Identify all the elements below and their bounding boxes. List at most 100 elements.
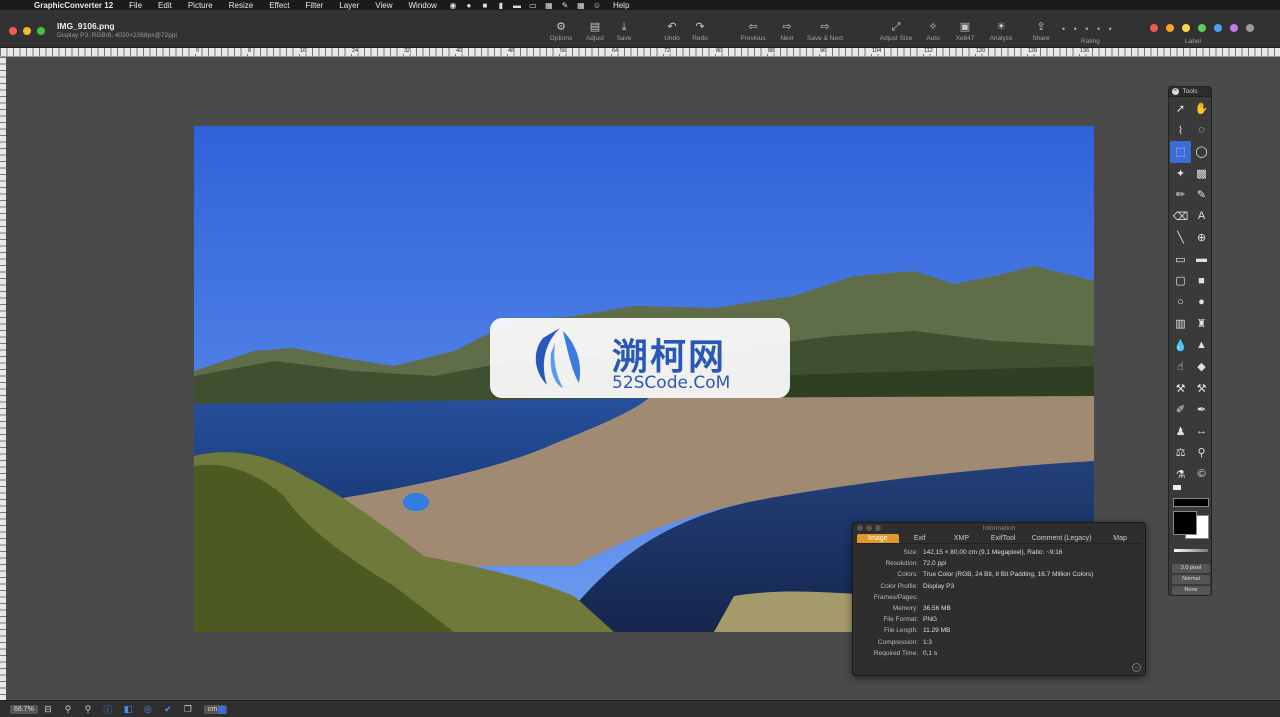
tab-map[interactable]: Map bbox=[1099, 534, 1141, 543]
camera-icon[interactable]: ■ bbox=[477, 1, 493, 10]
calendar-icon[interactable]: ▦ bbox=[541, 1, 557, 10]
pattern-tool-icon[interactable]: ▩ bbox=[1191, 163, 1212, 185]
menu-view[interactable]: View bbox=[367, 1, 400, 10]
info-icon[interactable]: ⓘ bbox=[98, 703, 118, 716]
tab-exiftool[interactable]: ExifTool bbox=[982, 534, 1024, 543]
polygon-select-icon[interactable]: ⌇ bbox=[1170, 120, 1191, 142]
zoom-stepper-icon[interactable]: ⊟ bbox=[38, 704, 58, 715]
ellipse-select-icon[interactable]: ◯ bbox=[1191, 141, 1212, 163]
crosshair-tool-icon[interactable]: ⊕ bbox=[1191, 227, 1212, 249]
rect-tool-icon[interactable]: ▭ bbox=[1170, 249, 1191, 271]
globe-icon[interactable]: ◎ bbox=[138, 704, 158, 715]
share-button[interactable]: ⇪ Share bbox=[1019, 19, 1063, 42]
save-button[interactable]: ⤓ Save bbox=[602, 19, 646, 42]
label-yellow[interactable] bbox=[1182, 24, 1190, 32]
stroke-color-bar[interactable] bbox=[1173, 498, 1209, 507]
lasso-tool-icon[interactable]: ◌ bbox=[1191, 120, 1212, 142]
label-green[interactable] bbox=[1198, 24, 1206, 32]
brush-icon[interactable]: ✎ bbox=[557, 1, 573, 10]
blur-drop-icon[interactable]: 💧 bbox=[1170, 335, 1191, 357]
label-red[interactable] bbox=[1150, 24, 1158, 32]
eraser-tool-icon[interactable]: ⌫ bbox=[1170, 206, 1191, 228]
zoom-out-icon[interactable]: ⚲ bbox=[58, 704, 78, 715]
smiley-icon[interactable]: ☺ bbox=[589, 1, 605, 10]
menu-file[interactable]: File bbox=[121, 1, 150, 10]
menu-help[interactable]: Help bbox=[605, 1, 637, 10]
label-gray[interactable] bbox=[1246, 24, 1254, 32]
label-purple[interactable] bbox=[1230, 24, 1238, 32]
analyze-button[interactable]: ☀ Analyze bbox=[979, 19, 1023, 42]
menu-filter[interactable]: Filter bbox=[298, 1, 332, 10]
folder-icon[interactable]: ▬ bbox=[509, 1, 525, 10]
zoom-tool-icon[interactable]: ⚲ bbox=[1191, 442, 1212, 464]
copyright-tool-icon[interactable]: © bbox=[1191, 464, 1212, 486]
extra-mode-popup[interactable]: None bbox=[1172, 586, 1210, 595]
redo-button[interactable]: ↷ Redo bbox=[678, 19, 722, 42]
drive-icon[interactable]: ▭ bbox=[525, 1, 541, 10]
unit-popup[interactable]: cm bbox=[203, 704, 228, 714]
tab-xmp[interactable]: XMP bbox=[941, 534, 983, 543]
measure-tool-icon[interactable]: ↔ bbox=[1191, 421, 1212, 443]
label-blue[interactable] bbox=[1214, 24, 1222, 32]
save-and-next-button[interactable]: ⇨ Save & Next bbox=[803, 19, 847, 42]
foreground-color-swatch[interactable] bbox=[1173, 511, 1197, 535]
blend-mode-popup[interactable]: Normal bbox=[1172, 575, 1210, 584]
arrow-tool-icon[interactable]: ➚ bbox=[1170, 98, 1191, 120]
brush-size-slider[interactable] bbox=[1174, 549, 1208, 552]
rating-stars[interactable]: • • • • • bbox=[1062, 24, 1115, 34]
grid-icon[interactable]: ▦ bbox=[573, 1, 589, 10]
target-icon[interactable]: ◉ bbox=[445, 1, 461, 10]
filled-rounded-rect-icon[interactable]: ■ bbox=[1191, 270, 1212, 292]
menu-window[interactable]: Window bbox=[401, 1, 445, 10]
zoom-level-field[interactable]: 66.7% bbox=[10, 704, 38, 714]
hammer-tool-icon[interactable]: ⚖ bbox=[1170, 442, 1191, 464]
oval-tool-icon[interactable]: ○ bbox=[1170, 292, 1191, 314]
menu-resize[interactable]: Resize bbox=[221, 1, 261, 10]
zoom-window-button[interactable] bbox=[37, 27, 45, 35]
brush-tool-icon[interactable]: ✎ bbox=[1191, 184, 1212, 206]
person-icon[interactable]: ● bbox=[461, 1, 477, 10]
sharpen-tool-icon[interactable]: ▲ bbox=[1191, 335, 1212, 357]
label-orange[interactable] bbox=[1166, 24, 1174, 32]
small-swatch[interactable] bbox=[1173, 485, 1181, 490]
eyedropper-icon[interactable]: ✒ bbox=[1191, 399, 1212, 421]
close-window-button[interactable] bbox=[9, 27, 17, 35]
wrench-icon[interactable]: ✔ bbox=[158, 704, 178, 715]
tab-image[interactable]: Image bbox=[857, 534, 899, 543]
magic-wand-tool-icon[interactable]: ✦ bbox=[1170, 163, 1191, 185]
document-icon[interactable]: ▮ bbox=[493, 1, 509, 10]
tab-comment-legacy[interactable]: Comment (Legacy) bbox=[1024, 534, 1099, 543]
menu-edit[interactable]: Edit bbox=[150, 1, 180, 10]
menu-layer[interactable]: Layer bbox=[331, 1, 367, 10]
rect-select-icon[interactable]: ⬚ bbox=[1170, 141, 1191, 163]
panel-close-button[interactable] bbox=[857, 525, 863, 531]
filled-oval-tool-icon[interactable]: ● bbox=[1191, 292, 1212, 314]
tab-exif[interactable]: Exif bbox=[899, 534, 941, 543]
panel-minimize-button[interactable] bbox=[866, 525, 872, 531]
hand-tool-icon[interactable]: ✋ bbox=[1191, 98, 1212, 120]
menu-app[interactable]: GraphicConverter 12 bbox=[26, 1, 121, 10]
menu-effect[interactable]: Effect bbox=[261, 1, 297, 10]
text-tool-icon[interactable]: A bbox=[1191, 206, 1212, 228]
burn-tool-icon[interactable]: ⚒ bbox=[1191, 378, 1212, 400]
minimize-window-button[interactable] bbox=[23, 27, 31, 35]
pipette-tool-icon[interactable]: ⚗ bbox=[1170, 464, 1191, 486]
menu-picture[interactable]: Picture bbox=[180, 1, 221, 10]
rounded-rect-tool-icon[interactable]: ▢ bbox=[1170, 270, 1191, 292]
color-brush-icon[interactable]: ✐ bbox=[1170, 399, 1191, 421]
pencil-tool-icon[interactable]: ✏ bbox=[1170, 184, 1191, 206]
dodge-tool-icon[interactable]: ⚒ bbox=[1170, 378, 1191, 400]
smudge-tool-icon[interactable]: ☝ bbox=[1170, 356, 1191, 378]
line-tool-icon[interactable]: ╲ bbox=[1170, 227, 1191, 249]
paint-bucket-icon[interactable]: ▥ bbox=[1170, 313, 1191, 335]
copy-icon[interactable]: ❐ bbox=[178, 704, 198, 715]
stamp-tool-icon[interactable]: ♜ bbox=[1191, 313, 1212, 335]
zoom-in-icon[interactable]: ⚲ bbox=[78, 704, 98, 715]
panel-settings-icon[interactable]: – bbox=[1132, 663, 1141, 672]
layout-icon[interactable]: ◧ bbox=[118, 704, 138, 715]
filled-rect-tool-icon[interactable]: ▬ bbox=[1191, 249, 1212, 271]
silhouette-tool-icon[interactable]: ♟ bbox=[1170, 421, 1191, 443]
stroke-width-field[interactable]: 3.0 pixel bbox=[1172, 564, 1210, 573]
horizontal-ruler[interactable]: 0 8 16 24 32 40 48 56 64 72 80 88 96 104 112 120 128 136 bbox=[0, 48, 1280, 57]
bandage-tool-icon[interactable]: ◆ bbox=[1191, 356, 1212, 378]
